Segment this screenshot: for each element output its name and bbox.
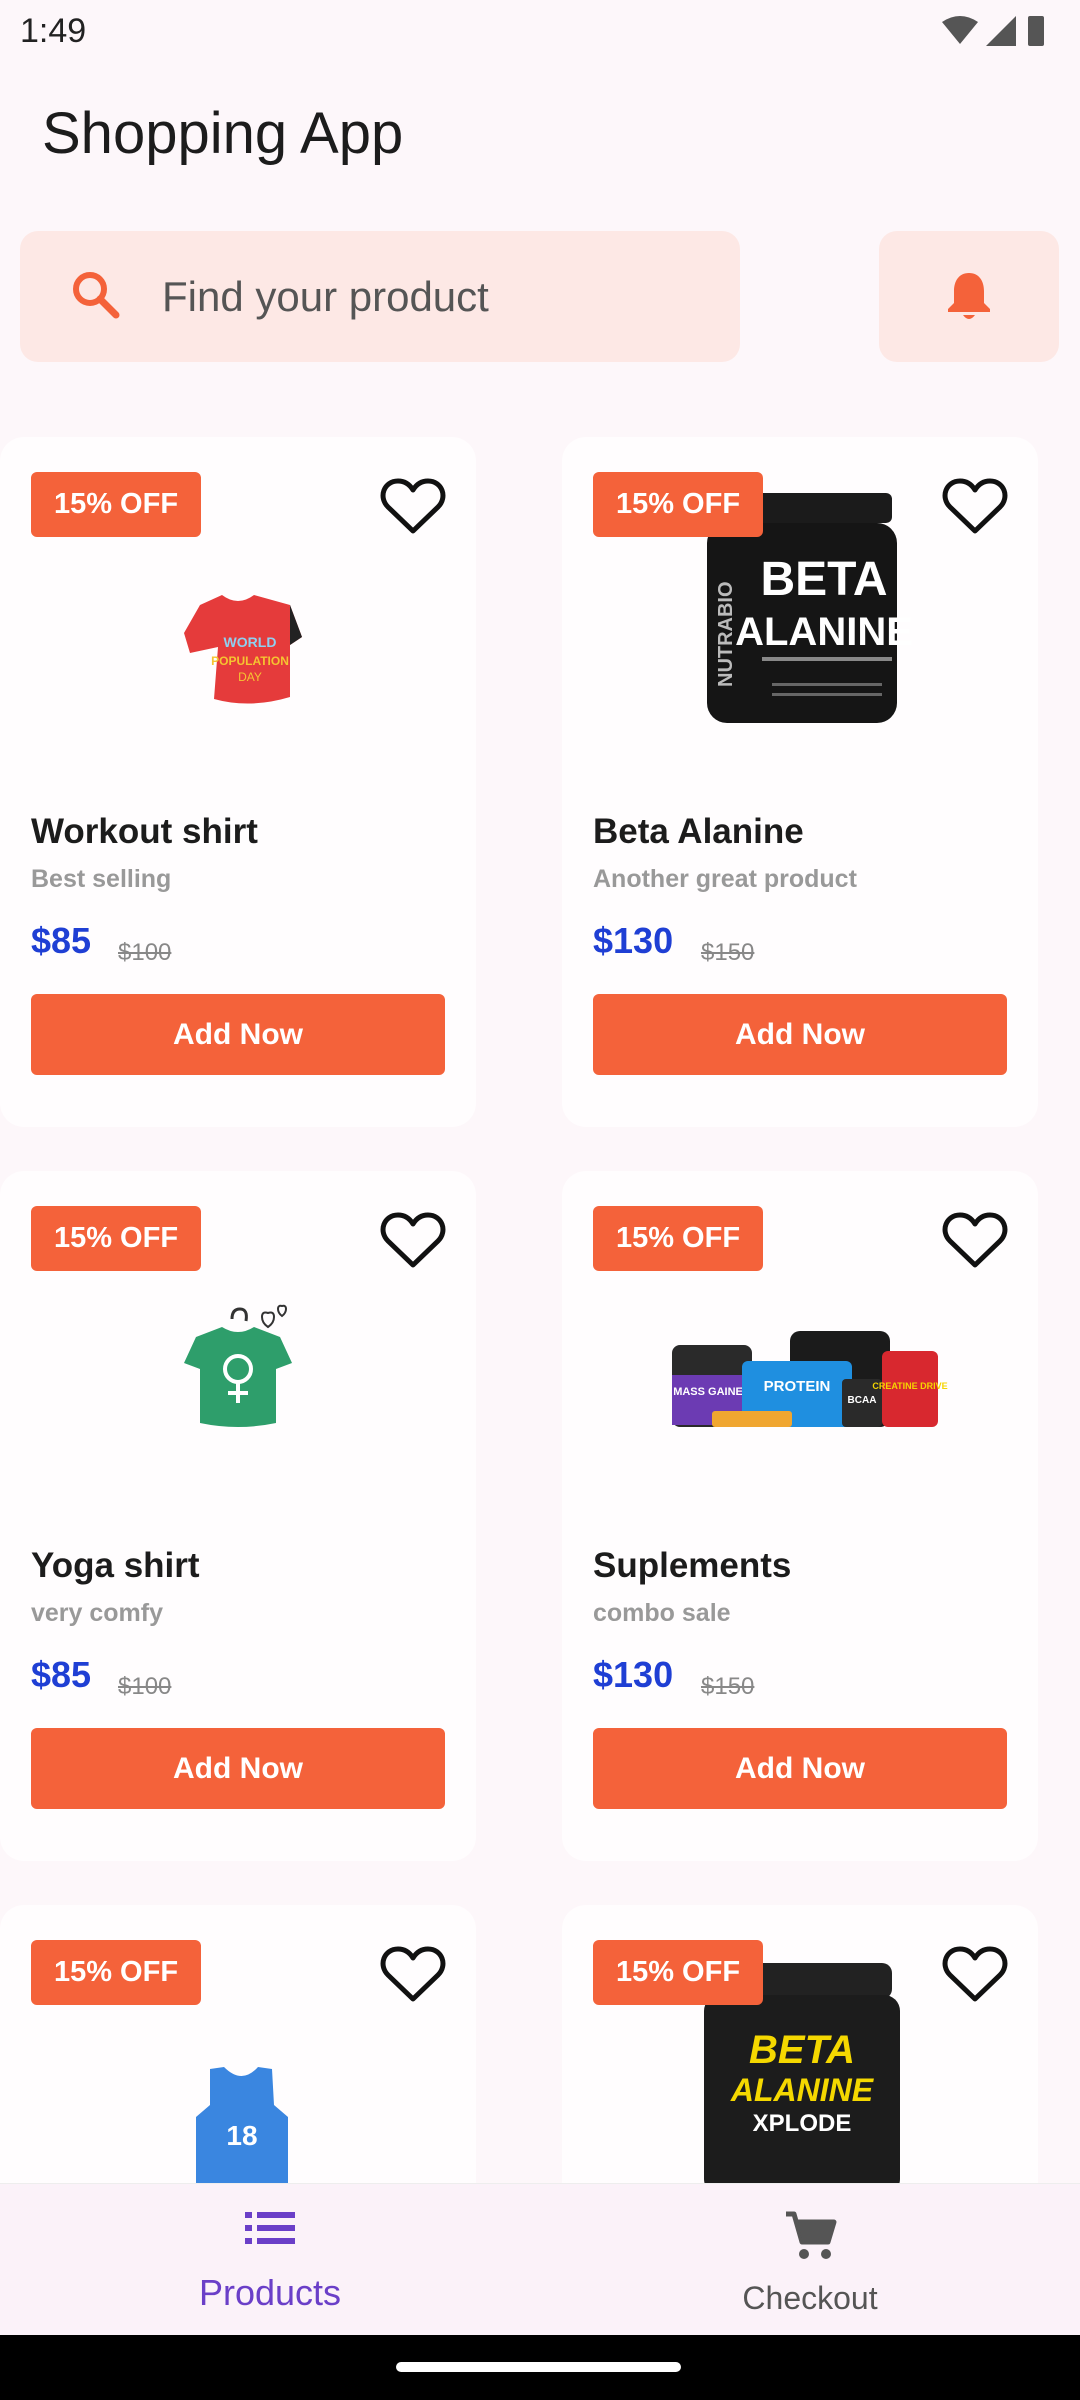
heart-icon[interactable] (380, 1943, 446, 2005)
svg-text:POPULATION: POPULATION (211, 654, 289, 668)
product-card[interactable]: NUTRABIO BETA ALANINE 15% OFF Beta Alani… (562, 437, 1038, 1127)
product-price: $130 (593, 1654, 674, 1695)
product-subtitle: Another great product (593, 865, 857, 893)
system-gesture-bar (0, 2335, 1080, 2400)
add-now-button[interactable]: Add Now (31, 1728, 445, 1809)
discount-badge: 15% OFF (593, 472, 763, 537)
xplode-title-line1: BETA (749, 2028, 855, 2072)
discount-badge: 15% OFF (31, 1206, 201, 1271)
discount-badge: 15% OFF (31, 472, 201, 537)
product-price: $85 (31, 920, 92, 961)
heart-icon[interactable] (942, 475, 1008, 537)
product-subtitle: combo sale (593, 1599, 731, 1627)
search-bar[interactable] (20, 231, 740, 362)
green-tshirt-image (0, 1271, 476, 1501)
heart-icon[interactable] (942, 1943, 1008, 2005)
add-now-button[interactable]: Add Now (31, 994, 445, 1075)
product-card[interactable]: 15% OFF WORLD POPULATION DAY Workout shi… (0, 437, 476, 1127)
blue-jersey-image: 18 (0, 2005, 476, 2183)
jar-title-line2: ALANINE (735, 610, 913, 654)
nav-label-checkout: Checkout (742, 2280, 878, 2316)
heart-icon[interactable] (942, 1209, 1008, 1271)
jersey-number: 18 (226, 2120, 257, 2151)
wifi-signal-battery-icon (942, 16, 1044, 46)
status-time: 1:49 (20, 12, 87, 50)
product-name: Yoga shirt (31, 1546, 200, 1585)
heart-icon[interactable] (380, 475, 446, 537)
search-input[interactable] (160, 266, 724, 328)
product-subtitle: very comfy (31, 1599, 164, 1627)
product-name: Suplements (593, 1546, 792, 1585)
list-icon (0, 2208, 540, 2253)
product-card[interactable]: 15% OFF Yoga shirt very comfy $85 $100 A… (0, 1171, 476, 1861)
product-old-price: $100 (118, 1673, 172, 1700)
product-price: $130 (593, 920, 674, 961)
product-name: Workout shirt (31, 812, 258, 851)
nav-label-products: Products (198, 2272, 342, 2313)
cart-icon (540, 2208, 1080, 2269)
search-icon (73, 272, 120, 319)
product-card[interactable]: 15% OFF 18 (0, 1905, 476, 2183)
product-card[interactable]: 15% OFF MASS GAINER PROTEIN BCAA CREATIN… (562, 1171, 1038, 1861)
status-bar: 1:49 (0, 0, 1080, 64)
red-tshirt-image: WORLD POPULATION DAY (0, 537, 476, 767)
heart-icon[interactable] (380, 1209, 446, 1271)
product-price: $85 (31, 1654, 92, 1695)
add-now-button[interactable]: Add Now (593, 994, 1007, 1075)
home-gesture-handle[interactable] (396, 2362, 681, 2372)
creatine-label: CREATINE DRIVE (872, 1381, 947, 1391)
product-subtitle: Best selling (31, 865, 172, 893)
product-old-price: $150 (701, 939, 755, 966)
jar-title-line1: BETA (760, 553, 887, 606)
nav-item-checkout[interactable]: Checkout (540, 2184, 1080, 2336)
jar-brand-text: NUTRABIO (715, 581, 737, 687)
nav-item-products[interactable]: Products (0, 2184, 540, 2336)
svg-text:DAY: DAY (238, 670, 262, 684)
add-now-button[interactable]: Add Now (593, 1728, 1007, 1809)
supplements-combo-image: MASS GAINER PROTEIN BCAA CREATINE DRIVE (562, 1271, 1038, 1501)
bottom-navigation: Products Checkout (0, 2183, 1080, 2336)
svg-text:WORLD: WORLD (224, 634, 277, 650)
discount-badge: 15% OFF (593, 1940, 763, 2005)
page-title: Shopping App (42, 101, 404, 166)
xplode-title-line3: XPLODE (753, 2110, 852, 2137)
discount-badge: 15% OFF (31, 1940, 201, 2005)
product-name: Beta Alanine (593, 812, 804, 851)
xplode-title-line2: ALANINE (730, 2072, 875, 2108)
protein-label: PROTEIN (764, 1378, 831, 1395)
product-card[interactable]: BETA ALANINE XPLODE 15% OFF (562, 1905, 1038, 2183)
product-old-price: $100 (118, 939, 172, 966)
bcaa-label: BCAA (848, 1395, 877, 1406)
notifications-button[interactable] (879, 231, 1059, 362)
bell-icon (948, 273, 990, 319)
status-icons (940, 14, 1050, 53)
product-old-price: $150 (701, 1673, 755, 1700)
discount-badge: 15% OFF (593, 1206, 763, 1271)
mass-gainer-label: MASS GAINER (673, 1386, 751, 1398)
